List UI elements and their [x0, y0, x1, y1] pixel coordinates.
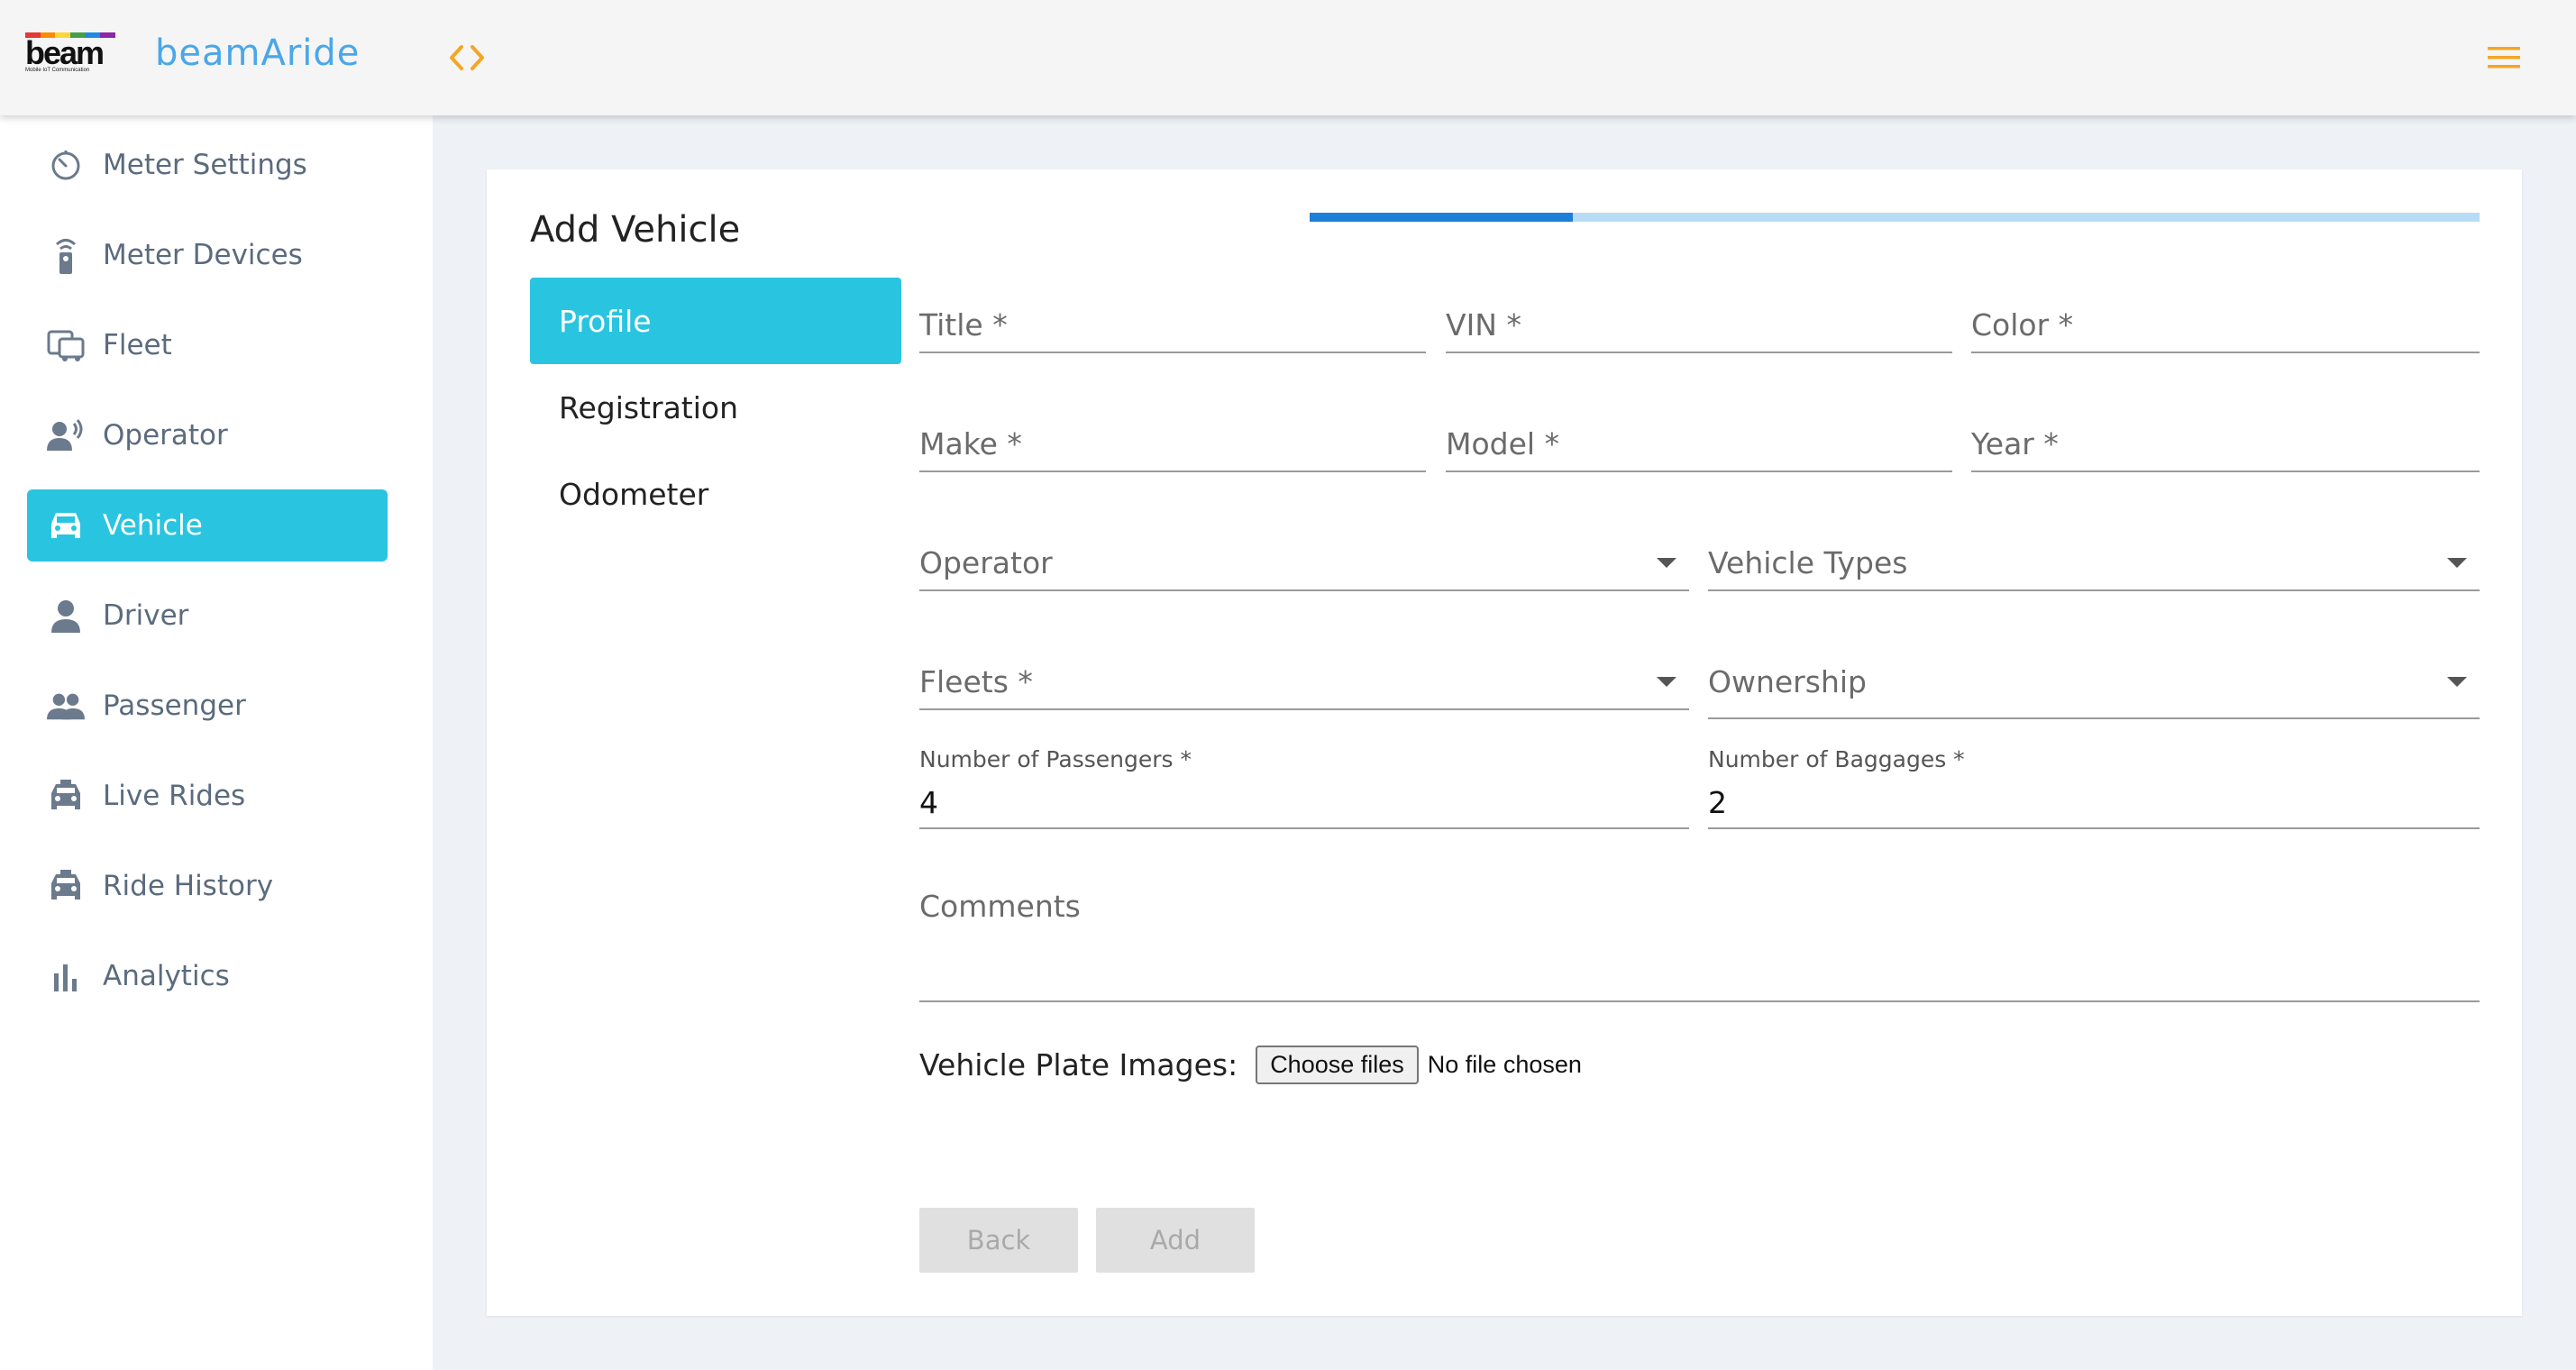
sidebar-item-label: Live Rides: [103, 780, 246, 812]
car-icon: [47, 507, 85, 544]
make-field[interactable]: Make *: [919, 397, 1426, 472]
beam-logo: beam Mobile IoT Communication: [25, 32, 119, 76]
people-icon: [47, 687, 85, 725]
year-field-label: Year *: [1971, 426, 2059, 461]
title-field-label: Title *: [919, 307, 1008, 342]
step-progress-fill: [1310, 213, 1574, 222]
taxi-icon: [47, 777, 85, 815]
app-title: beamAride: [155, 32, 361, 74]
person-icon: [47, 597, 85, 635]
sidebar-item-label: Operator: [103, 419, 228, 452]
year-field[interactable]: Year *: [1971, 397, 2480, 472]
back-button[interactable]: Back: [919, 1208, 1078, 1273]
plate-images-row: Vehicle Plate Images: Choose files No fi…: [919, 1046, 1582, 1084]
file-status-text: No file chosen: [1427, 1051, 1582, 1078]
code-brackets-icon[interactable]: [447, 41, 487, 74]
remote-device-icon: [47, 236, 85, 274]
model-field-label: Model *: [1446, 426, 1560, 461]
title-field[interactable]: Title *: [919, 278, 1426, 353]
sidebar-item-label: Fleet: [103, 329, 172, 361]
sidebar-item-label: Ride History: [103, 870, 274, 902]
baggages-field[interactable]: Number of Baggages * 2: [1708, 746, 2480, 829]
bar-chart-icon: [47, 957, 85, 995]
sidebar-item-label: Meter Devices: [103, 239, 303, 271]
bus-icon: [47, 326, 85, 364]
baggages-field-value: 2: [1708, 785, 1727, 820]
operator-select[interactable]: Operator: [919, 516, 1689, 591]
add-button[interactable]: Add: [1096, 1208, 1255, 1273]
page-title: Add Vehicle: [530, 209, 741, 251]
color-field-label: Color *: [1971, 307, 2074, 342]
ownership-select-label: Ownership: [1708, 664, 1867, 699]
sidebar-item-analytics[interactable]: Analytics: [27, 940, 388, 1012]
sidebar-item-label: Driver: [103, 599, 189, 632]
hamburger-menu-icon[interactable]: [2486, 43, 2522, 72]
tab-profile[interactable]: Profile: [530, 278, 901, 364]
step-progress-bar: [1310, 213, 2480, 222]
sidebar-item-label: Meter Settings: [103, 149, 307, 181]
plate-images-label: Vehicle Plate Images:: [919, 1047, 1238, 1082]
passengers-field[interactable]: Number of Passengers * 4: [919, 746, 1689, 829]
baggages-field-label: Number of Baggages *: [1708, 746, 1965, 772]
add-vehicle-card: Add Vehicle Profile Registration Odomete…: [487, 169, 2522, 1316]
passengers-field-value: 4: [919, 785, 938, 820]
sidebar-item-label: Analytics: [103, 960, 230, 992]
fleets-select-label: Fleets *: [919, 664, 1033, 699]
record-voice-icon: [47, 416, 85, 454]
passengers-field-label: Number of Passengers *: [919, 746, 1192, 772]
model-field[interactable]: Model *: [1446, 397, 1952, 472]
sidebar-item-driver[interactable]: Driver: [27, 580, 388, 652]
tab-registration[interactable]: Registration: [530, 364, 901, 451]
sidebar-item-fleet[interactable]: Fleet: [27, 309, 388, 381]
make-field-label: Make *: [919, 426, 1022, 461]
chevron-down-icon: [1657, 677, 1676, 687]
comments-field-label: Comments: [919, 889, 1081, 924]
sidebar-item-label: Vehicle: [103, 509, 203, 542]
chevron-down-icon: [2447, 558, 2467, 568]
sidebar-item-vehicle[interactable]: Vehicle: [27, 489, 388, 562]
sidebar-item-operator[interactable]: Operator: [27, 399, 388, 471]
comments-field[interactable]: Comments: [919, 881, 2480, 1002]
meter-dial-icon: [47, 146, 85, 184]
sidebar: Meter Settings Meter Devices Fleet Opera…: [0, 115, 433, 1370]
sidebar-item-live-rides[interactable]: Live Rides: [27, 760, 388, 832]
vehicle-types-select-label: Vehicle Types: [1708, 545, 1908, 580]
ownership-select[interactable]: Ownership: [1708, 635, 2480, 719]
operator-select-label: Operator: [919, 545, 1053, 580]
vin-field-label: VIN *: [1446, 307, 1521, 342]
sidebar-item-ride-history[interactable]: Ride History: [27, 850, 388, 922]
choose-files-button[interactable]: Choose files: [1256, 1046, 1419, 1084]
sidebar-item-label: Passenger: [103, 690, 246, 722]
tab-odometer[interactable]: Odometer: [530, 451, 901, 537]
fleets-select[interactable]: Fleets *: [919, 635, 1689, 710]
vin-field[interactable]: VIN *: [1446, 278, 1952, 353]
vehicle-types-select[interactable]: Vehicle Types: [1708, 516, 2480, 591]
logo-tagline: Mobile IoT Communication: [25, 68, 90, 73]
chevron-down-icon: [1657, 558, 1676, 568]
taxi-icon: [47, 867, 85, 905]
top-app-bar: beam Mobile IoT Communication beamAride: [0, 0, 2576, 115]
logo-word: beam: [25, 34, 105, 71]
chevron-down-icon: [2447, 677, 2467, 687]
sidebar-item-meter-settings[interactable]: Meter Settings: [27, 129, 388, 201]
color-field[interactable]: Color *: [1971, 278, 2480, 353]
sidebar-item-passenger[interactable]: Passenger: [27, 670, 388, 742]
sidebar-item-meter-devices[interactable]: Meter Devices: [27, 219, 388, 291]
